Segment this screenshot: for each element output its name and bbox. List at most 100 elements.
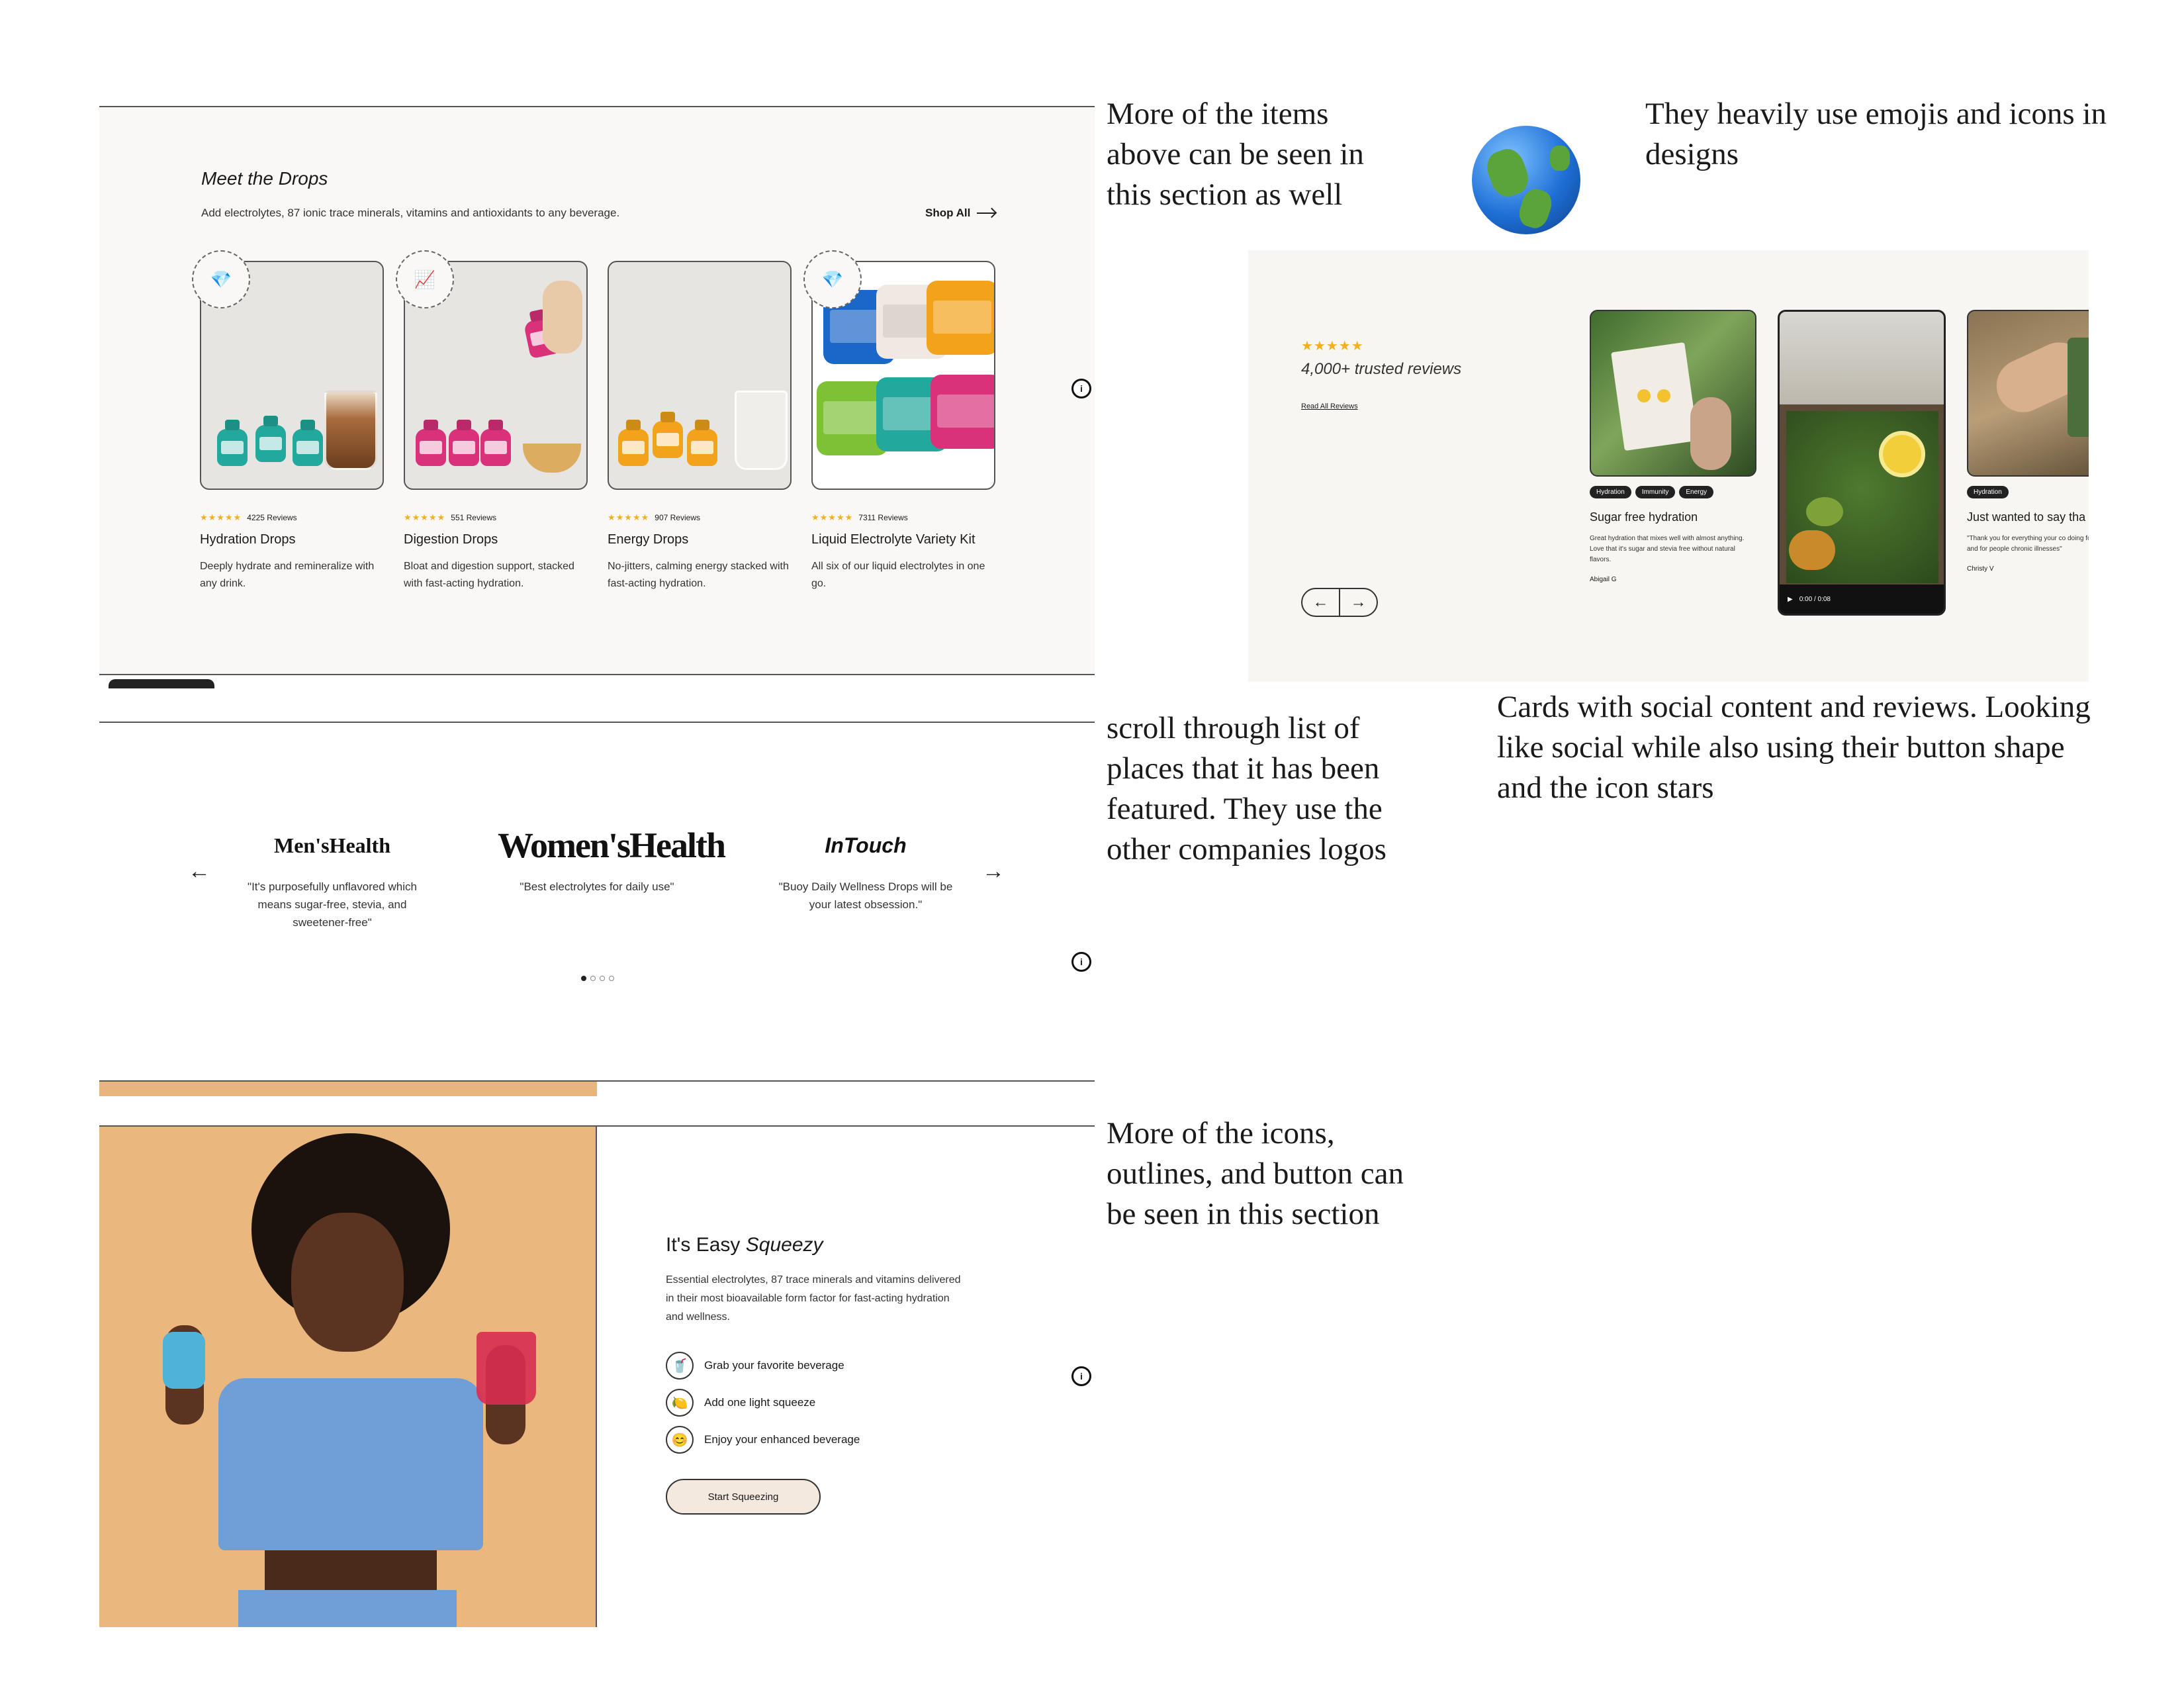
annotation-note: scroll through list of places that it ha… <box>1107 711 1387 867</box>
review-card[interactable]: Hydration Just wanted to say tha "Thank … <box>1967 310 2089 573</box>
video-time: 0:00 / 0:08 <box>1799 595 1831 603</box>
product-description: All six of our liquid electrolytes in on… <box>811 561 985 589</box>
review-text: Great hydration that mixes well with alm… <box>1590 535 1745 563</box>
review-tags: Hydration <box>1967 486 2089 498</box>
product-image <box>608 261 792 490</box>
section-description: Essential electrolytes, 87 trace mineral… <box>666 1274 961 1323</box>
tag-badge: Hydration <box>1590 486 1631 498</box>
review-count: 7311 Reviews <box>858 513 908 522</box>
cookie-banner-tab[interactable] <box>109 679 214 688</box>
annotation-note: More of the icons, outlines, and button … <box>1107 1116 1404 1231</box>
step-item: 🥤 Grab your favorite beverage <box>666 1352 844 1380</box>
image-strip <box>99 1082 597 1096</box>
reviews-title: 4,000+ trusted reviews <box>1301 360 1462 378</box>
video-controls[interactable]: ▶ 0:00 / 0:08 <box>1780 585 1944 614</box>
reviews-section: ★★★★★ 4,000+ trusted reviews Read All Re… <box>1248 250 2089 682</box>
press-quote: "Buoy Daily Wellness Drops will be your … <box>778 880 953 911</box>
carousel-dot[interactable] <box>581 976 586 981</box>
arrow-right-button[interactable]: → <box>1340 589 1377 616</box>
lifestyle-photo <box>99 1127 597 1627</box>
press-section: ← Men'sHealth "It's purposefully unflavo… <box>99 723 1095 1080</box>
star-rating-icon: ★★★★★ <box>200 512 242 522</box>
section-subtitle: Add electrolytes, 87 ionic trace mineral… <box>201 207 620 219</box>
star-rating-icon: ★★★★★ <box>1301 339 1364 353</box>
review-count: 551 Reviews <box>451 513 496 522</box>
easy-squeezy-section: It's Easy Squeezy Essential electrolytes… <box>99 1127 1095 1627</box>
product-name: Digestion Drops <box>404 532 498 547</box>
annotation-note: They heavily use emojis and icons in des… <box>1645 97 2107 171</box>
step-label: Enjoy your enhanced beverage <box>704 1433 860 1446</box>
star-rating-icon: ★★★★★ <box>811 512 854 522</box>
start-squeezing-button[interactable]: Start Squeezing <box>666 1479 821 1515</box>
arrow-left-button[interactable]: ← <box>1302 589 1340 616</box>
star-rating-icon: ★★★★★ <box>404 512 446 522</box>
section-title: Meet the Drops <box>201 168 328 189</box>
product-rating: ★★★★★ 4225 Reviews <box>200 512 384 523</box>
annotation-note: More of the items above can be seen in t… <box>1107 97 1364 212</box>
product-name: Liquid Electrolyte Variety Kit <box>811 532 976 547</box>
review-tags: Hydration Immunity Energy <box>1590 486 1756 498</box>
product-name: Hydration Drops <box>200 532 296 547</box>
press-item: InTouch "Buoy Daily Wellness Drops will … <box>766 822 965 914</box>
beverage-icon: 🥤 <box>666 1352 694 1380</box>
arrow-left-button[interactable]: ← <box>188 859 210 884</box>
press-item: Women'sHealth "Best electrolytes for dai… <box>498 822 726 896</box>
product-name: Energy Drops <box>608 532 689 547</box>
smile-icon: 😊 <box>666 1426 694 1454</box>
globe-emoji-icon <box>1472 126 1580 234</box>
product-card[interactable]: ★★★★★ 907 Reviews Energy Drops No-jitter… <box>608 261 792 592</box>
product-card[interactable]: 💎 ★★★★★ 7311 Reviews Liquid Electrolyte … <box>803 250 995 592</box>
review-text: "Thank you for everything your co doing … <box>1967 535 2089 553</box>
mens-health-logo: Men'sHealth <box>274 833 390 857</box>
shop-all-label: Shop All <box>925 207 971 219</box>
accessibility-icon[interactable]: i <box>1071 1366 1091 1386</box>
read-all-reviews-link[interactable]: Read All Reviews <box>1301 402 1358 410</box>
lemon-icon: 🍋 <box>666 1389 694 1417</box>
divider <box>99 674 1095 675</box>
gem-icon: 💎 <box>192 250 250 308</box>
product-rating: ★★★★★ 7311 Reviews <box>811 512 995 523</box>
step-item: 🍋 Add one light squeeze <box>666 1389 815 1417</box>
step-label: Grab your favorite beverage <box>704 1359 844 1372</box>
accessibility-icon[interactable]: i <box>1071 952 1091 972</box>
step-item: 😊 Enjoy your enhanced beverage <box>666 1426 860 1454</box>
review-author: Abigail G <box>1590 576 1617 583</box>
product-rating: ★★★★★ 907 Reviews <box>608 512 792 523</box>
star-rating-icon: ★★★★★ <box>608 512 650 522</box>
product-description: No-jitters, calming energy stacked with … <box>608 561 789 589</box>
press-quote: "It's purposefully unflavored which mean… <box>248 880 417 929</box>
product-description: Bloat and digestion support, stacked wit… <box>404 561 574 589</box>
review-photo <box>1590 310 1756 477</box>
review-card[interactable]: Hydration Immunity Energy Sugar free hyd… <box>1590 310 1756 583</box>
press-quote: "Best electrolytes for daily use" <box>520 880 674 893</box>
arrow-right-icon <box>977 212 996 214</box>
shop-all-link[interactable]: Shop All <box>925 207 996 220</box>
product-card[interactable]: 💎 ★★★★★ 4225 Reviews Hydration Drops Dee… <box>192 250 384 592</box>
press-item: Men'sHealth "It's purposefully unflavore… <box>233 822 432 931</box>
product-description: Deeply hydrate and remineralize with any… <box>200 561 375 589</box>
review-video-card[interactable]: ▶ 0:00 / 0:08 <box>1778 310 1946 616</box>
tag-badge: Immunity <box>1635 486 1676 498</box>
intouch-logo: InTouch <box>825 833 907 857</box>
carousel-dot[interactable] <box>590 976 596 981</box>
carousel-dot[interactable] <box>600 976 605 981</box>
chart-icon: 📈 <box>396 250 454 308</box>
review-photo <box>1967 310 2089 477</box>
product-card[interactable]: 📈 ★★★★★ 551 Reviews Digestion Drops Bloa… <box>396 250 588 592</box>
review-title: Just wanted to say tha <box>1967 510 2086 524</box>
tag-badge: Energy <box>1679 486 1714 498</box>
review-count: 4225 Reviews <box>247 513 297 522</box>
arrow-right-button[interactable]: → <box>982 859 1005 884</box>
gem-icon: 💎 <box>803 250 862 308</box>
carousel-dot[interactable] <box>609 976 614 981</box>
play-icon[interactable]: ▶ <box>1788 596 1793 603</box>
annotation-note: Cards with social content and reviews. L… <box>1497 690 2091 805</box>
step-label: Add one light squeeze <box>704 1396 816 1409</box>
tag-badge: Hydration <box>1967 486 2009 498</box>
accessibility-icon[interactable]: i <box>1071 379 1091 399</box>
review-count: 907 Reviews <box>655 513 700 522</box>
product-rating: ★★★★★ 551 Reviews <box>404 512 588 523</box>
carousel-nav: ← → <box>1301 588 1378 617</box>
womens-health-logo: Women'sHealth <box>498 825 726 865</box>
carousel-dots <box>581 976 614 981</box>
